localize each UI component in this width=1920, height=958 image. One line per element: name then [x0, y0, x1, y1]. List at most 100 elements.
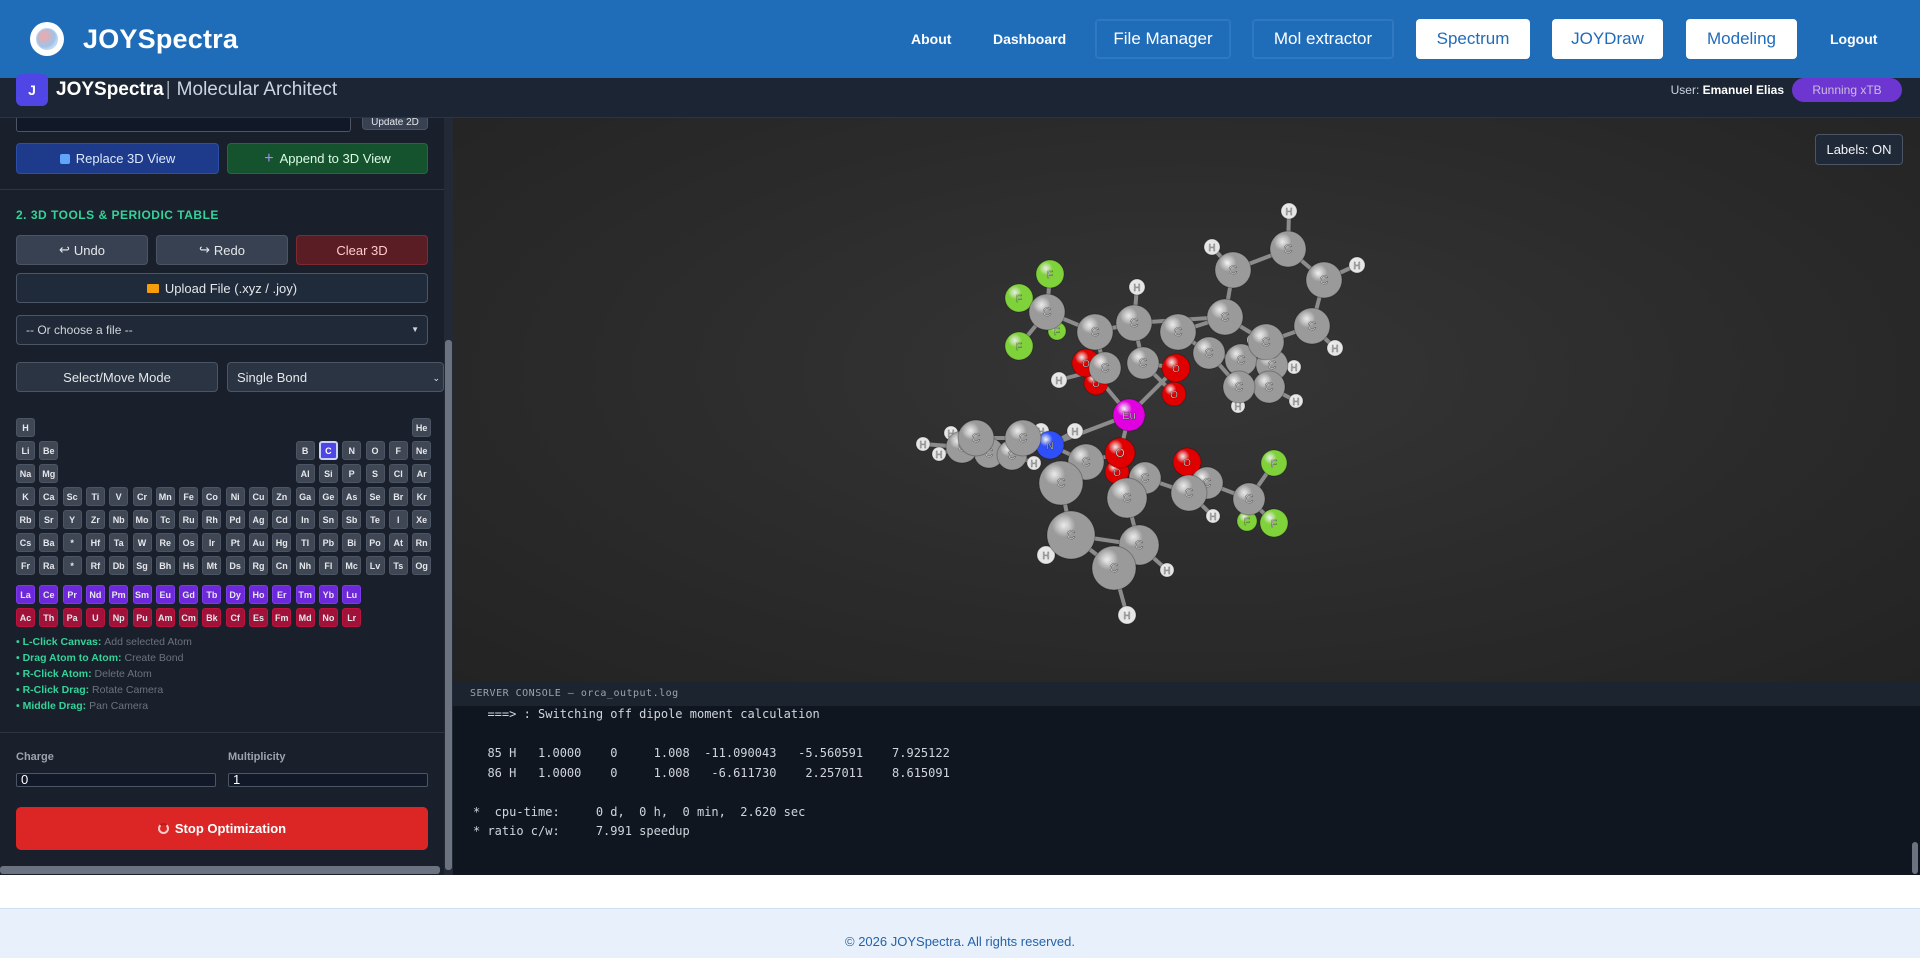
charge-input[interactable]: 0 — [16, 773, 216, 787]
element-in[interactable]: In — [295, 510, 315, 529]
atom-h[interactable]: H — [1050, 371, 1068, 389]
element-am[interactable]: Am — [155, 608, 175, 627]
element-pm[interactable]: Pm — [109, 585, 129, 604]
replace-3d-button[interactable]: Replace 3D View — [16, 143, 219, 174]
element-he[interactable]: He — [412, 418, 432, 437]
atom-h[interactable]: H — [1203, 238, 1221, 256]
append-3d-button[interactable]: + Append to 3D View — [227, 143, 428, 174]
element-ga[interactable]: Ga — [295, 487, 315, 506]
atom-c[interactable]: C — [1004, 419, 1042, 457]
element-lr[interactable]: Lr — [342, 608, 362, 627]
atom-c[interactable]: C — [1028, 293, 1066, 331]
brand-logo-icon[interactable] — [30, 22, 64, 56]
element-ba[interactable]: Ba — [39, 533, 59, 552]
element-u[interactable]: U — [85, 608, 105, 627]
atom-c[interactable]: C — [1305, 261, 1343, 299]
atom-c[interactable]: C — [1192, 336, 1226, 370]
element-og[interactable]: Og — [412, 556, 432, 575]
element-rh[interactable]: Rh — [202, 510, 222, 529]
element-ac[interactable]: Ac — [16, 608, 35, 627]
element-s[interactable]: S — [365, 464, 385, 483]
select-move-mode-button[interactable]: Select/Move Mode — [16, 362, 218, 392]
element-co[interactable]: Co — [202, 487, 222, 506]
left-panel-scroll-thumb[interactable] — [445, 340, 452, 870]
update-2d-button[interactable]: Update 2D — [362, 118, 428, 130]
element-te[interactable]: Te — [365, 510, 385, 529]
element-li[interactable]: Li — [16, 441, 35, 460]
atom-c[interactable]: C — [957, 419, 995, 457]
element-xe[interactable]: Xe — [412, 510, 432, 529]
atom-f[interactable]: F — [1004, 331, 1034, 361]
element-hs[interactable]: Hs — [179, 556, 199, 575]
element-tc[interactable]: Tc — [155, 510, 175, 529]
atom-c[interactable]: C — [1088, 351, 1122, 385]
element-ru[interactable]: Ru — [179, 510, 199, 529]
element-mg[interactable]: Mg — [39, 464, 59, 483]
multiplicity-input[interactable]: 1 — [228, 773, 428, 787]
atom-c[interactable]: C — [1091, 545, 1137, 591]
atom-h[interactable]: H — [915, 436, 931, 452]
element-po[interactable]: Po — [365, 533, 385, 552]
element-ds[interactable]: Ds — [225, 556, 245, 575]
atom-c[interactable]: C — [1214, 251, 1252, 289]
element-na[interactable]: Na — [16, 464, 35, 483]
stop-optimization-button[interactable]: Stop Optimization — [16, 807, 428, 850]
element-sn[interactable]: Sn — [318, 510, 338, 529]
element-n[interactable]: N — [342, 441, 362, 460]
atom-h[interactable]: H — [1280, 202, 1298, 220]
atom-h[interactable]: H — [931, 446, 947, 462]
labels-toggle-button[interactable]: Labels: ON — [1815, 134, 1903, 165]
element-bh[interactable]: Bh — [155, 556, 175, 575]
bond-type-select[interactable]: Single Bond ⌄ — [227, 362, 444, 392]
element-cf[interactable]: Cf — [225, 608, 245, 627]
element-se[interactable]: Se — [365, 487, 385, 506]
nav-about-link[interactable]: About — [911, 31, 951, 47]
element-rg[interactable]: Rg — [249, 556, 268, 575]
element-cs[interactable]: Cs — [16, 533, 35, 552]
element-nd[interactable]: Nd — [85, 585, 105, 604]
atom-h[interactable]: H — [1288, 393, 1304, 409]
element-star[interactable]: * — [62, 533, 82, 552]
element-cd[interactable]: Cd — [272, 510, 292, 529]
element-kr[interactable]: Kr — [412, 487, 432, 506]
atom-h[interactable]: H — [1026, 455, 1042, 471]
element-ta[interactable]: Ta — [109, 533, 129, 552]
brand-name[interactable]: JOYSpectra — [83, 24, 238, 55]
atom-o[interactable]: O — [1161, 353, 1191, 383]
choose-file-select[interactable]: -- Or choose a file -- ▼ — [16, 315, 428, 345]
element-bk[interactable]: Bk — [202, 608, 222, 627]
element-pa[interactable]: Pa — [62, 608, 82, 627]
element-c[interactable]: C — [318, 441, 338, 460]
element-ca[interactable]: Ca — [39, 487, 59, 506]
atom-o[interactable]: O — [1161, 381, 1187, 407]
element-os[interactable]: Os — [179, 533, 199, 552]
nav-dashboard-link[interactable]: Dashboard — [993, 31, 1066, 47]
element-hg[interactable]: Hg — [272, 533, 292, 552]
element-cl[interactable]: Cl — [388, 464, 408, 483]
atom-h[interactable]: H — [1128, 278, 1146, 296]
element-fr[interactable]: Fr — [16, 556, 35, 575]
element-ge[interactable]: Ge — [318, 487, 338, 506]
element-pb[interactable]: Pb — [318, 533, 338, 552]
element-ne[interactable]: Ne — [412, 441, 432, 460]
element-pr[interactable]: Pr — [62, 585, 82, 604]
element-be[interactable]: Be — [39, 441, 59, 460]
atom-c[interactable]: C — [1293, 307, 1331, 345]
atom-h[interactable]: H — [1159, 562, 1175, 578]
element-cm[interactable]: Cm — [179, 608, 199, 627]
element-o[interactable]: O — [365, 441, 385, 460]
element-mn[interactable]: Mn — [155, 487, 175, 506]
element-cr[interactable]: Cr — [132, 487, 152, 506]
element-es[interactable]: Es — [249, 608, 268, 627]
element-np[interactable]: Np — [109, 608, 129, 627]
atom-c[interactable]: C — [1206, 298, 1244, 336]
element-pt[interactable]: Pt — [225, 533, 245, 552]
atom-c[interactable]: C — [1222, 370, 1256, 404]
console-scroll-thumb[interactable] — [1912, 842, 1918, 874]
element-tb[interactable]: Tb — [202, 585, 222, 604]
element-bi[interactable]: Bi — [342, 533, 362, 552]
element-er[interactable]: Er — [272, 585, 292, 604]
element-k[interactable]: K — [16, 487, 35, 506]
element-ce[interactable]: Ce — [39, 585, 59, 604]
atom-f[interactable]: F — [1260, 449, 1288, 477]
